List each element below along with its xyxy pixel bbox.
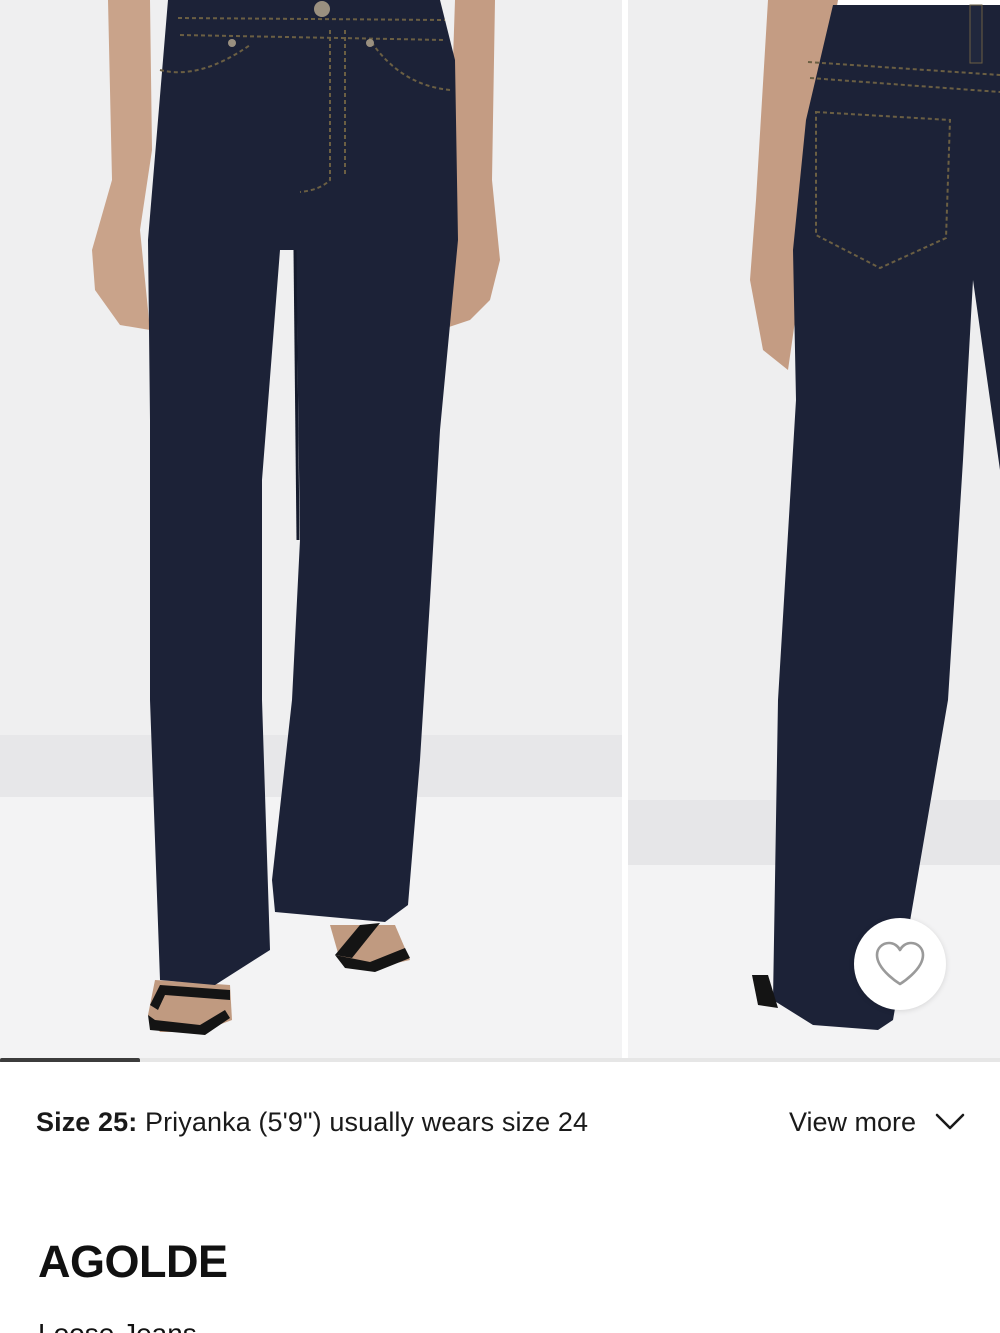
product-photo-back[interactable]	[628, 0, 1000, 1058]
fit-size-label: Size 25:	[36, 1106, 138, 1137]
chevron-down-icon	[935, 1113, 965, 1130]
view-more-label: View more	[788, 1106, 916, 1137]
gallery-scroll-indicator	[0, 1058, 1000, 1062]
add-to-wishlist-button[interactable]	[854, 918, 946, 1010]
front-view-illustration	[0, 0, 622, 1058]
product-name: Loose Jeans	[38, 1318, 197, 1333]
back-view-illustration	[628, 0, 1000, 1058]
fit-model-text: Priyanka (5'9") usually wears size 24	[144, 1106, 589, 1137]
view-more-button[interactable]: View more	[789, 1107, 966, 1138]
gallery-scroll-indicator-fill	[0, 1058, 140, 1062]
product-photo-front[interactable]	[0, 0, 622, 1058]
product-image-gallery[interactable]	[0, 0, 1000, 1062]
brand-name[interactable]: AGOLDE	[38, 1236, 228, 1288]
heart-outline-icon	[875, 941, 925, 986]
fit-info-text: Size 25: Priyanka (5'9") usually wears s…	[36, 1107, 588, 1138]
product-page: Size 25: Priyanka (5'9") usually wears s…	[0, 0, 1000, 1333]
fit-info-row: Size 25: Priyanka (5'9") usually wears s…	[36, 1100, 966, 1144]
